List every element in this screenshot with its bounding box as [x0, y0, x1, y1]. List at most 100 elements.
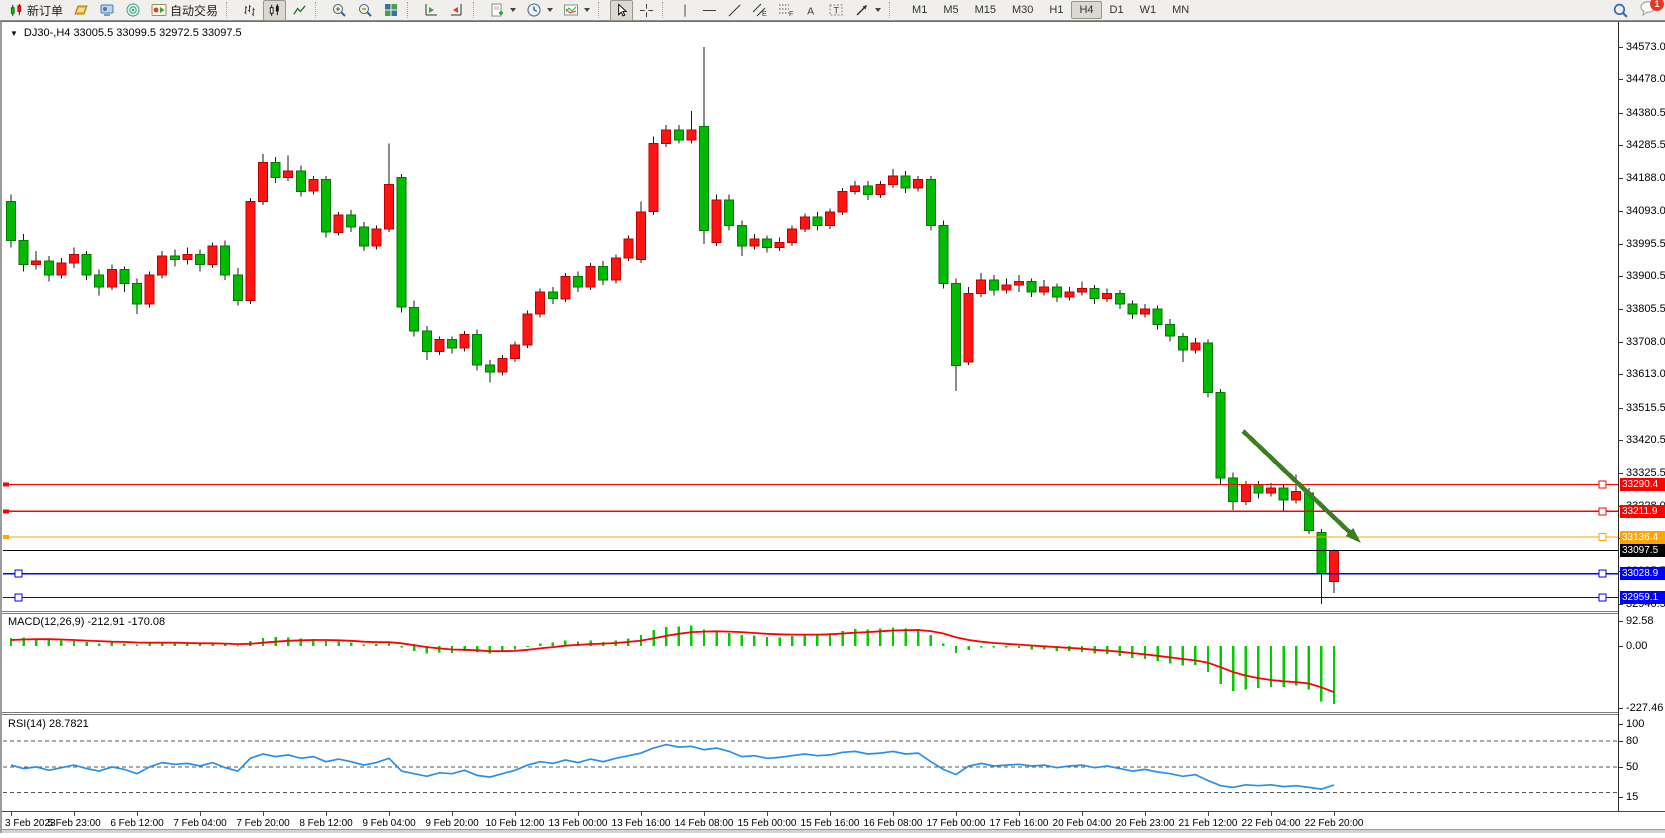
timeframe-H1[interactable]: H1	[1041, 1, 1071, 19]
rsi-tick	[1619, 724, 1623, 725]
chart-window[interactable]: ▼DJ30-,H4 33005.5 33099.5 32972.5 33097.…	[0, 21, 1665, 833]
chat-button[interactable]: 1	[1639, 0, 1657, 21]
line-handle	[1599, 508, 1606, 515]
trendline-button[interactable]	[723, 0, 746, 21]
auto-trading-label: 自动交易	[170, 2, 218, 19]
macd-bar	[967, 646, 969, 650]
macd-bar	[678, 626, 680, 646]
timeframe-M5[interactable]: M5	[935, 1, 966, 19]
timeframe-M1[interactable]: M1	[904, 1, 935, 19]
rsi-tick	[1619, 797, 1623, 798]
macd-bar	[728, 633, 730, 646]
zoom-out-button[interactable]	[353, 0, 377, 21]
time-tick-label: 22 Feb 20:00	[1300, 818, 1368, 829]
timeframe-D1[interactable]: D1	[1102, 1, 1132, 19]
cursor-button[interactable]	[610, 0, 633, 21]
time-tick-label: 15 Feb 16:00	[796, 818, 864, 829]
macd-bar	[1156, 646, 1158, 661]
candle-body	[410, 307, 419, 331]
candle-body	[1292, 492, 1301, 501]
macd-bar	[930, 635, 932, 646]
candle-body	[989, 280, 998, 290]
fibonacci-button[interactable]: F	[774, 0, 798, 21]
cursor-icon	[614, 3, 629, 18]
timeframe-W1[interactable]: W1	[1132, 1, 1165, 19]
time-tick-label: 17 Feb 00:00	[922, 818, 990, 829]
macd-panel[interactable]	[3, 614, 1618, 712]
arrows-icon	[854, 2, 870, 18]
macd-bar	[1144, 646, 1146, 659]
time-tick-label: 10 Feb 12:00	[481, 818, 549, 829]
dropdown-arrow-icon	[547, 8, 553, 12]
auto-trading-button[interactable]: 自动交易	[147, 0, 222, 21]
text-label-button[interactable]: T	[824, 0, 848, 21]
zoom-in-button[interactable]	[327, 0, 351, 21]
arrows-button[interactable]	[850, 0, 885, 21]
candle-body	[32, 261, 41, 264]
candle-body	[687, 130, 696, 140]
bar-chart-button[interactable]	[238, 0, 261, 21]
candle-body	[473, 335, 482, 366]
timeframe-MN[interactable]: MN	[1164, 1, 1197, 19]
search-icon[interactable]	[1612, 2, 1629, 19]
templates-button[interactable]	[559, 0, 594, 21]
candle-body	[1115, 294, 1124, 304]
price-chart-panel[interactable]	[3, 23, 1618, 611]
candle-body	[775, 243, 784, 248]
channel-button[interactable]: E	[748, 0, 772, 21]
candle-body	[385, 185, 394, 229]
candle-body	[826, 212, 835, 226]
vertical-line-button[interactable]	[674, 0, 696, 21]
candlestick-chart-button[interactable]	[263, 0, 286, 21]
signals-button[interactable]	[121, 0, 145, 21]
candle-body	[1317, 532, 1326, 573]
rsi-panel[interactable]	[3, 715, 1618, 811]
time-tick	[452, 812, 453, 816]
terminal-button[interactable]	[95, 0, 119, 21]
rsi-tick-label: 80	[1626, 735, 1638, 747]
time-tick	[1019, 812, 1020, 816]
horizontal-line-button[interactable]	[698, 0, 721, 21]
candle-body	[1153, 309, 1162, 324]
line-chart-button[interactable]	[288, 0, 311, 21]
collapse-arrow-icon[interactable]: ▼	[10, 29, 18, 38]
timeframe-M30[interactable]: M30	[1004, 1, 1041, 19]
toolbar-separator	[889, 2, 897, 18]
tile-windows-button[interactable]	[379, 0, 403, 21]
auto-scroll-button[interactable]	[445, 0, 469, 21]
new-order-button[interactable]: 新订单	[5, 0, 67, 21]
candle-body	[309, 179, 318, 191]
candle-body	[1279, 488, 1288, 500]
gold-ingot-button[interactable]	[69, 0, 93, 21]
candle-body	[183, 254, 192, 259]
new-chart-button[interactable]	[485, 0, 520, 21]
text-button[interactable]: A	[800, 0, 822, 21]
clock-icon	[526, 2, 542, 18]
line-handle	[1599, 570, 1606, 577]
periods-button[interactable]	[522, 0, 557, 21]
candle-body	[637, 212, 646, 260]
candle-body	[372, 229, 381, 246]
chart-shift-button[interactable]	[419, 0, 443, 21]
crosshair-button[interactable]	[635, 0, 658, 21]
panel-separator[interactable]	[2, 712, 1665, 713]
auto-scroll-icon	[449, 2, 465, 18]
timeframe-M15[interactable]: M15	[967, 1, 1004, 19]
dropdown-arrow-icon	[510, 8, 516, 12]
macd-bar	[98, 643, 100, 646]
price-axis[interactable]: 34573.034478.034380.534285.534188.034093…	[1618, 22, 1665, 811]
time-tick	[767, 812, 768, 816]
timeframe-H4[interactable]: H4	[1071, 1, 1101, 19]
candle-body	[712, 200, 721, 243]
macd-bar	[413, 646, 415, 651]
time-tick	[830, 812, 831, 816]
candle-body	[662, 130, 671, 144]
time-tick-label: 7 Feb 20:00	[229, 818, 297, 829]
timeframe-toolbar: M1M5M15M30H1H4D1W1MN	[904, 1, 1197, 19]
price-tick-label: 33995.5	[1626, 238, 1665, 250]
panel-separator[interactable]	[2, 611, 1665, 612]
candle-body	[435, 340, 444, 352]
horizontal-lines[interactable]	[3, 481, 1618, 601]
candle-body	[7, 202, 16, 241]
dropdown-arrow-icon	[875, 8, 881, 12]
